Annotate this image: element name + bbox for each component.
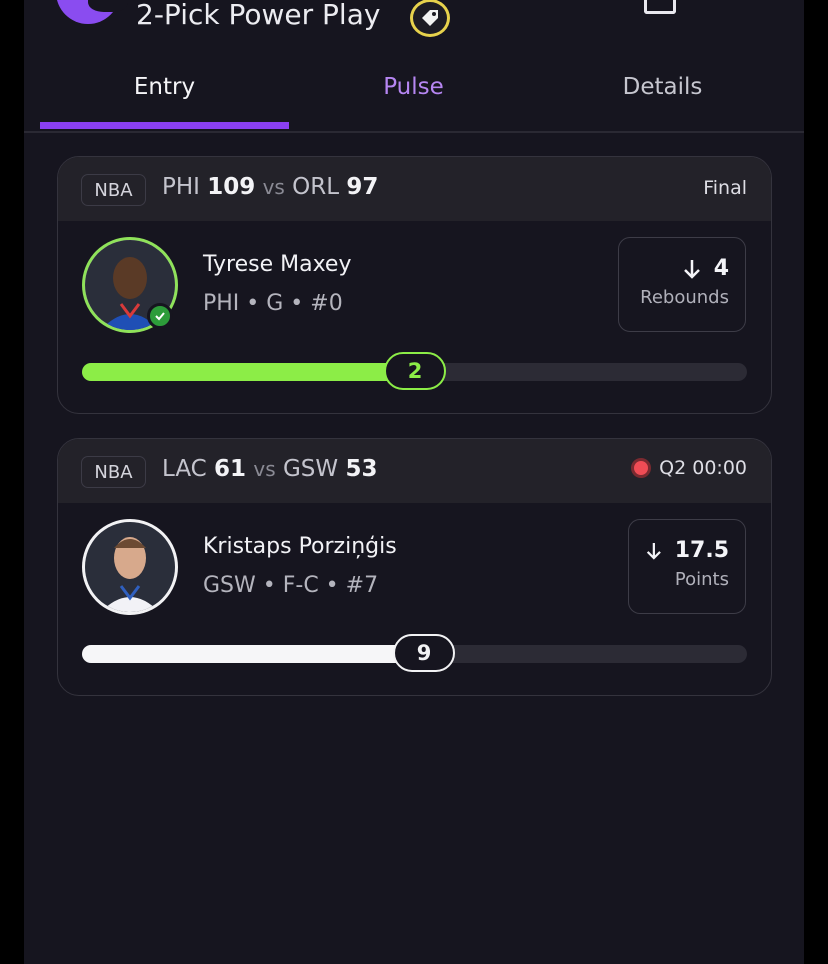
league-badge: NBA xyxy=(81,174,146,206)
player-meta: GSW • F-C • #7 xyxy=(203,573,379,598)
home-score: 53 xyxy=(345,456,378,482)
stat-type: Points xyxy=(674,569,729,590)
league-badge: NBA xyxy=(81,456,146,488)
tab-details[interactable]: Details xyxy=(538,66,787,132)
home-score: 97 xyxy=(346,174,379,200)
tab-bar: Entry Pulse Details xyxy=(40,66,789,132)
projection-box: 17.5 Points xyxy=(628,519,746,614)
player-meta: PHI • G • #0 xyxy=(203,291,343,316)
player-name: Kristaps Porziņģis xyxy=(203,534,397,559)
line-value: 4 xyxy=(713,256,729,281)
game-status: Q2 00:00 xyxy=(631,457,747,479)
stat-type: Rebounds xyxy=(640,287,729,308)
progress-bar: 9 xyxy=(82,634,747,672)
game-status: Final xyxy=(703,177,747,199)
game-score: LAC 61 vs GSW 53 xyxy=(162,456,377,482)
game-score: PHI 109 vs ORL 97 xyxy=(162,174,378,200)
pick-card[interactable]: NBA PHI 109 vs ORL 97 Final Tyrese Maxey… xyxy=(57,156,772,414)
home-team: GSW xyxy=(282,456,339,482)
progress-fill xyxy=(82,363,415,381)
game-header: NBA PHI 109 vs ORL 97 Final xyxy=(58,157,771,221)
game-clock: Q2 00:00 xyxy=(659,457,747,479)
check-icon xyxy=(147,303,173,329)
tab-pulse[interactable]: Pulse xyxy=(289,66,538,132)
active-tab-indicator xyxy=(40,122,289,129)
line-value: 17.5 xyxy=(674,538,729,563)
home-team: ORL xyxy=(292,174,340,200)
arrow-down-icon xyxy=(646,542,661,560)
pick-card[interactable]: NBA LAC 61 vs GSW 53 Q2 00:00 Kristaps P… xyxy=(57,438,772,696)
live-indicator-icon xyxy=(631,458,652,478)
current-value: 9 xyxy=(393,634,455,672)
current-value: 2 xyxy=(384,352,446,390)
divider xyxy=(24,131,804,133)
vs-label: vs xyxy=(262,175,285,199)
arrow-down-icon xyxy=(683,259,700,279)
player-name: Tyrese Maxey xyxy=(203,252,352,277)
away-score: 61 xyxy=(214,456,247,482)
away-team: PHI xyxy=(162,174,200,200)
player-avatar xyxy=(82,519,178,615)
tag-icon[interactable] xyxy=(410,0,450,37)
away-score: 109 xyxy=(207,174,256,200)
projection-box: 4 Rebounds xyxy=(618,237,746,332)
share-icon[interactable] xyxy=(644,0,676,14)
away-team: LAC xyxy=(162,456,207,482)
vs-label: vs xyxy=(253,457,276,481)
progress-bar: 2 xyxy=(82,352,747,390)
entry-title: 2-Pick Power Play xyxy=(136,0,381,31)
game-header: NBA LAC 61 vs GSW 53 Q2 00:00 xyxy=(58,439,771,503)
progress-fill xyxy=(82,645,424,663)
